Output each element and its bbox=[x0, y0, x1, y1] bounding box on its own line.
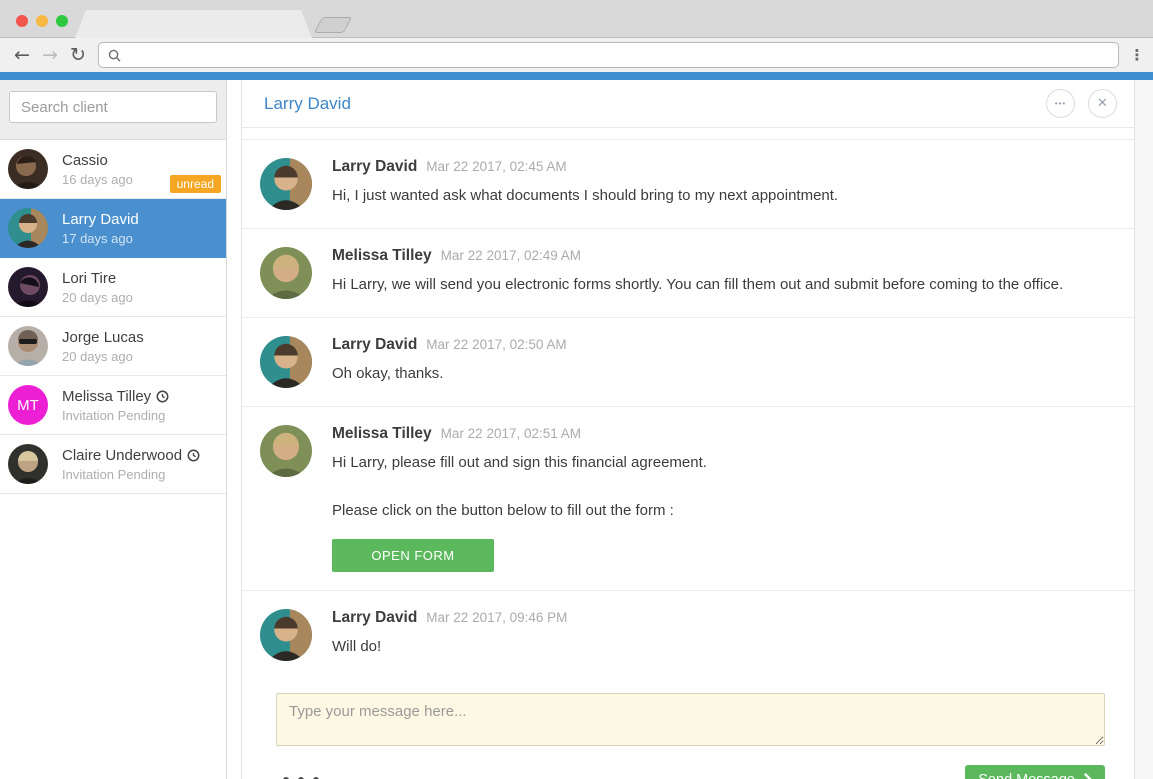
window-minimize-button[interactable] bbox=[36, 15, 48, 27]
message-time: Mar 22 2017, 09:46 PM bbox=[426, 610, 567, 625]
forward-icon[interactable]: → bbox=[36, 46, 64, 65]
client-meta: Invitation Pending bbox=[62, 467, 200, 482]
client-row-melissa-tilley[interactable]: MT Melissa Tilley Invitation Pending bbox=[0, 376, 226, 435]
browser-titlebar bbox=[0, 0, 1153, 38]
client-meta: Invitation Pending bbox=[62, 408, 169, 423]
url-bar[interactable] bbox=[98, 42, 1119, 68]
client-search-input[interactable] bbox=[9, 91, 217, 123]
panel-gap bbox=[227, 80, 241, 779]
avatar-larry-david bbox=[8, 208, 48, 248]
client-name: Larry David bbox=[62, 211, 139, 228]
client-name: Jorge Lucas bbox=[62, 329, 144, 346]
back-icon[interactable]: ← bbox=[8, 46, 36, 65]
client-row-jorge-lucas[interactable]: Jorge Lucas 20 days ago bbox=[0, 317, 226, 376]
client-meta: 20 days ago bbox=[62, 290, 133, 305]
message-author: Larry David bbox=[332, 609, 417, 627]
app-content: Cassio 16 days ago unread Larry David 17… bbox=[0, 80, 1153, 779]
message-text: Hi, I just wanted ask what documents I s… bbox=[332, 185, 1110, 207]
message-time: Mar 22 2017, 02:50 AM bbox=[426, 337, 566, 352]
client-name: Claire Underwood bbox=[62, 447, 182, 464]
message-author: Larry David bbox=[332, 158, 417, 176]
client-name: Melissa Tilley bbox=[62, 388, 151, 405]
client-row-claire-underwood[interactable]: Claire Underwood Invitation Pending bbox=[0, 435, 226, 494]
send-message-label: Send Message bbox=[978, 772, 1075, 779]
unread-badge: unread bbox=[170, 175, 221, 193]
window-close-button[interactable] bbox=[16, 15, 28, 27]
avatar-lori-tire bbox=[8, 267, 48, 307]
client-name: Lori Tire bbox=[62, 270, 116, 287]
message-row: Larry David Mar 22 2017, 09:46 PM Will d… bbox=[242, 590, 1134, 679]
client-meta: 17 days ago bbox=[62, 231, 139, 246]
client-row-larry-david[interactable]: Larry David 17 days ago bbox=[0, 199, 226, 258]
new-tab-button[interactable] bbox=[314, 17, 353, 33]
message-text: Hi Larry, we will send you electronic fo… bbox=[332, 274, 1110, 296]
browser-window: ← → ↻ ⋮ Cassio 16 days ago bbox=[0, 0, 1153, 779]
message-text: Oh okay, thanks. bbox=[332, 363, 1110, 385]
message-text: Please click on the button below to fill… bbox=[332, 500, 1110, 522]
message-row: Melissa Tilley Mar 22 2017, 02:51 AM Hi … bbox=[242, 406, 1134, 590]
avatar-melissa-initials: MT bbox=[8, 385, 48, 425]
chat-panel: Larry David ••• ✕ bbox=[241, 80, 1135, 779]
browser-menu-icon[interactable]: ⋮ bbox=[1129, 46, 1145, 64]
browser-tab[interactable] bbox=[75, 10, 312, 38]
avatar-melissa-tilley bbox=[260, 247, 312, 299]
close-icon: ✕ bbox=[1097, 96, 1108, 111]
chat-title: Larry David bbox=[264, 94, 351, 114]
window-zoom-button[interactable] bbox=[56, 15, 68, 27]
client-row-cassio[interactable]: Cassio 16 days ago unread bbox=[0, 140, 226, 199]
avatar-melissa-tilley bbox=[260, 425, 312, 477]
message-time: Mar 22 2017, 02:49 AM bbox=[441, 248, 581, 263]
client-meta: 20 days ago bbox=[62, 349, 144, 364]
client-meta: 16 days ago bbox=[62, 172, 133, 187]
avatar-cassio bbox=[8, 149, 48, 189]
message-composer: Send Message bbox=[242, 679, 1134, 779]
chat-close-button[interactable]: ✕ bbox=[1088, 89, 1117, 118]
ellipsis-icon: ••• bbox=[1055, 99, 1066, 108]
pending-clock-icon bbox=[156, 390, 169, 403]
message-row: Larry David Mar 22 2017, 02:45 AM Hi, I … bbox=[242, 139, 1134, 228]
avatar-larry-david bbox=[260, 158, 312, 210]
message-author: Larry David bbox=[332, 336, 417, 354]
avatar-larry-david bbox=[260, 609, 312, 661]
reload-icon[interactable]: ↻ bbox=[64, 46, 92, 65]
message-author: Melissa Tilley bbox=[332, 425, 432, 443]
client-sidebar: Cassio 16 days ago unread Larry David 17… bbox=[0, 80, 227, 779]
message-list: Larry David Mar 22 2017, 02:45 AM Hi, I … bbox=[242, 128, 1134, 679]
url-input[interactable] bbox=[128, 48, 1109, 63]
chat-options-button[interactable]: ••• bbox=[1046, 89, 1075, 118]
search-icon bbox=[108, 49, 121, 62]
client-name: Cassio bbox=[62, 152, 108, 169]
message-author: Melissa Tilley bbox=[332, 247, 432, 265]
right-margin-strip bbox=[1135, 80, 1153, 779]
client-search-area bbox=[0, 80, 226, 140]
message-input[interactable] bbox=[276, 693, 1105, 746]
send-message-button[interactable]: Send Message bbox=[965, 765, 1105, 779]
avatar-larry-david bbox=[260, 336, 312, 388]
message-time: Mar 22 2017, 02:51 AM bbox=[441, 426, 581, 441]
message-text: Will do! bbox=[332, 636, 1110, 658]
open-form-button[interactable]: OPEN FORM bbox=[332, 539, 494, 572]
message-text: Hi Larry, please fill out and sign this … bbox=[332, 452, 1110, 474]
chevron-right-icon bbox=[1084, 773, 1092, 779]
message-time: Mar 22 2017, 02:45 AM bbox=[426, 159, 566, 174]
chat-header: Larry David ••• ✕ bbox=[242, 80, 1134, 128]
app-accent-bar bbox=[0, 72, 1153, 80]
client-row-lori-tire[interactable]: Lori Tire 20 days ago bbox=[0, 258, 226, 317]
avatar-jorge-lucas bbox=[8, 326, 48, 366]
message-row: Larry David Mar 22 2017, 02:50 AM Oh oka… bbox=[242, 317, 1134, 406]
traffic-lights bbox=[16, 15, 68, 27]
pending-clock-icon bbox=[187, 449, 200, 462]
browser-toolbar: ← → ↻ ⋮ bbox=[0, 38, 1153, 72]
message-row: Melissa Tilley Mar 22 2017, 02:49 AM Hi … bbox=[242, 228, 1134, 317]
avatar-initials: MT bbox=[17, 397, 39, 414]
avatar-claire-underwood bbox=[8, 444, 48, 484]
